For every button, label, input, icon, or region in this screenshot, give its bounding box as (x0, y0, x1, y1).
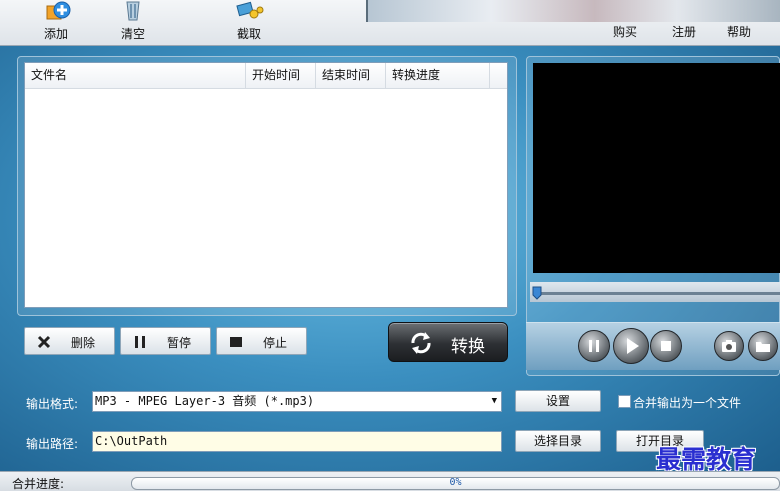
pause-label: 暂停 (167, 336, 192, 350)
stop-round-icon (661, 341, 671, 351)
output-format-label: 输出格式: (26, 397, 79, 411)
convert-button[interactable]: 转换 (388, 322, 508, 362)
output-path-label: 输出路径: (26, 437, 79, 451)
play-button[interactable] (613, 328, 649, 364)
merge-progress-bar: 0% (131, 477, 780, 490)
column-end-time[interactable]: 结束时间 (316, 63, 386, 89)
convert-icon (411, 332, 431, 354)
add-icon (46, 1, 71, 20)
output-format-select[interactable]: MP3 - MPEG Layer-3 音频 (*.mp3) ▼ (92, 391, 502, 412)
merge-progress-label: 合并进度: (12, 477, 65, 491)
seek-bar[interactable] (530, 282, 780, 302)
clear-button[interactable]: 清空 (103, 0, 163, 46)
clear-icon (126, 1, 140, 21)
seek-thumb[interactable] (532, 286, 542, 300)
delete-icon (37, 335, 51, 349)
open-folder-icon (756, 342, 770, 352)
capture-label: 截取 (236, 27, 261, 41)
snapshot-button[interactable] (714, 331, 744, 361)
stop-label: 停止 (263, 336, 288, 350)
stop-icon (230, 337, 242, 347)
settings-button[interactable]: 设置 (515, 390, 601, 412)
output-path-input[interactable]: C:\OutPath (92, 431, 502, 452)
chevron-down-icon[interactable]: ▼ (492, 392, 497, 411)
merge-progress-text: 0% (449, 477, 462, 488)
banner-image (366, 0, 780, 22)
convert-label: 转换 (451, 337, 485, 357)
video-preview (533, 63, 780, 273)
add-label: 添加 (43, 27, 68, 41)
pause-button[interactable]: 暂停 (120, 327, 211, 355)
seek-track (534, 292, 780, 295)
stop-button[interactable]: 停止 (216, 327, 307, 355)
file-list[interactable]: 文件名 开始时间 结束时间 转换进度 (24, 62, 508, 308)
capture-button[interactable]: 截取 (219, 0, 279, 46)
help-link[interactable]: 帮助 (727, 23, 751, 40)
status-bar: 合并进度: 0% (0, 471, 780, 491)
file-list-header: 文件名 开始时间 结束时间 转换进度 (25, 63, 507, 89)
column-progress[interactable]: 转换进度 (386, 63, 490, 89)
play-pause-button[interactable] (578, 330, 610, 362)
play-icon (627, 338, 639, 354)
add-button[interactable]: 添加 (26, 0, 86, 46)
output-format-value: MP3 - MPEG Layer-3 音频 (*.mp3) (95, 394, 315, 408)
open-folder-button[interactable] (748, 331, 778, 361)
pause-icon (135, 336, 145, 348)
merge-checkbox[interactable] (618, 395, 631, 408)
buy-link[interactable]: 购买 (613, 23, 637, 40)
delete-label: 删除 (71, 336, 96, 350)
register-link[interactable]: 注册 (672, 23, 696, 40)
capture-icon (236, 1, 264, 19)
column-filename[interactable]: 文件名 (25, 63, 246, 89)
delete-button[interactable]: 删除 (24, 327, 115, 355)
player-controls (526, 322, 780, 370)
snapshot-icon (722, 340, 736, 352)
toolbar: 添加 清空 截取 购买 注册 帮助 (0, 0, 780, 46)
merge-label: 合并输出为一个文件 (633, 396, 742, 410)
choose-directory-button[interactable]: 选择目录 (515, 430, 601, 452)
clear-label: 清空 (120, 27, 145, 41)
column-start-time[interactable]: 开始时间 (246, 63, 316, 89)
play-pause-icon (589, 340, 599, 352)
stop-round-button[interactable] (650, 330, 682, 362)
